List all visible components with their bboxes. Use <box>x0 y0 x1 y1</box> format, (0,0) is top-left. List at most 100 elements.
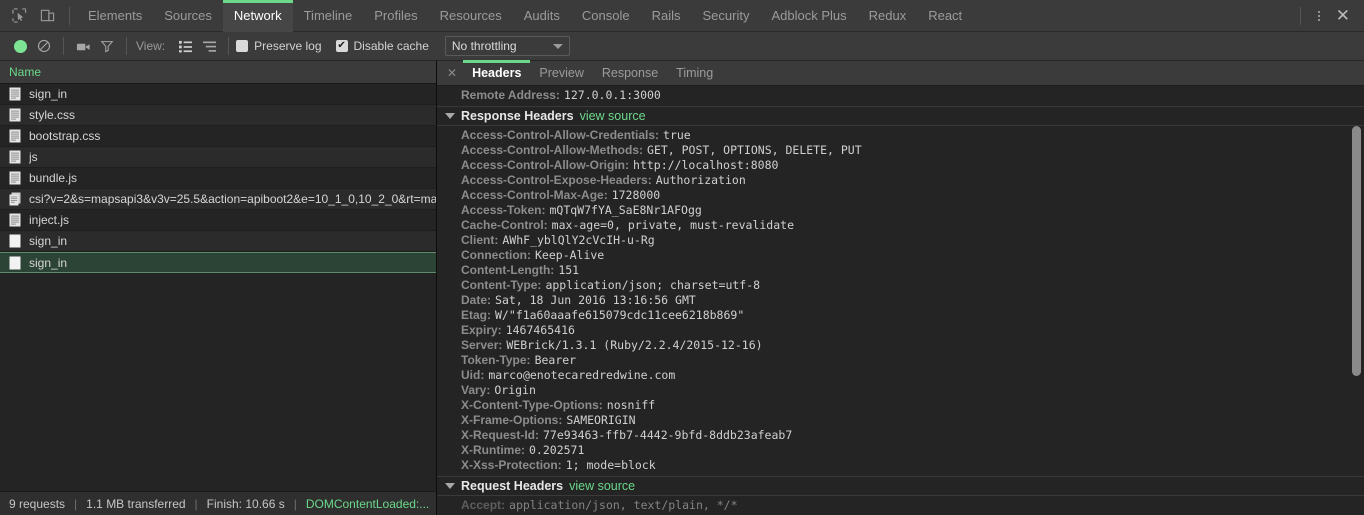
tab-adblock-plus[interactable]: Adblock Plus <box>760 0 857 32</box>
table-row[interactable]: bootstrap.css <box>0 126 436 147</box>
tab-sources[interactable]: Sources <box>153 0 223 32</box>
table-row[interactable]: csi?v=2&s=mapsapi3&v3v=25.5&action=apibo… <box>0 189 436 210</box>
clear-icon[interactable] <box>32 34 56 58</box>
dom-content-loaded: DOMContentLoaded:... <box>305 496 430 511</box>
disable-cache-label: Disable cache <box>353 39 429 53</box>
close-icon[interactable]: ✕ <box>441 67 463 79</box>
table-row-selected[interactable]: sign_in <box>0 252 436 273</box>
tab-resources[interactable]: Resources <box>429 0 513 32</box>
record-button-icon[interactable] <box>8 34 32 58</box>
view-source-link[interactable]: view source <box>580 109 646 123</box>
header-row: X-Runtime: 0.202571 <box>437 443 1364 458</box>
tab-console[interactable]: Console <box>571 0 641 32</box>
tabbar-right-controls: ✕ <box>1293 6 1364 25</box>
document-icon <box>9 87 21 101</box>
status-separator: | <box>293 496 297 511</box>
header-key: X-Xss-Protection: <box>461 458 562 472</box>
table-row[interactable]: js <box>0 147 436 168</box>
tab-rails[interactable]: Rails <box>641 0 692 32</box>
tab-audits[interactable]: Audits <box>513 0 571 32</box>
tab-network[interactable]: Network <box>222 0 293 32</box>
header-value: Keep-Alive <box>535 248 605 262</box>
request-name: sign_in <box>29 234 68 248</box>
header-row: Access-Control-Expose-Headers: Authorizat… <box>437 173 1364 188</box>
view-source-link[interactable]: view source <box>569 479 635 493</box>
close-icon[interactable]: ✕ <box>1330 7 1356 24</box>
document-stack-icon <box>9 192 21 206</box>
checkbox-box <box>236 40 249 52</box>
column-header-name[interactable]: Name <box>0 61 436 84</box>
camera-icon[interactable] <box>71 34 95 58</box>
table-row[interactable]: sign_in <box>0 231 436 252</box>
list-view-icon[interactable] <box>173 34 197 58</box>
status-separator: | <box>74 496 78 511</box>
disable-cache-checkbox[interactable]: ✔ Disable cache <box>335 39 429 53</box>
header-value: 1467465416 <box>505 323 575 337</box>
waterfall-view-icon[interactable] <box>197 34 221 58</box>
status-separator: | <box>194 496 198 511</box>
request-name: bundle.js <box>29 171 78 185</box>
header-row: Access-Token: mQTqW7fYA_SaE8Nr1AFOgg <box>437 203 1364 218</box>
header-value: 1; mode=block <box>565 458 656 472</box>
throttling-select[interactable]: No throttling <box>444 36 570 56</box>
tab-timeline[interactable]: Timeline <box>293 0 364 32</box>
header-value: Origin <box>494 383 536 397</box>
tab-label: React <box>928 8 963 23</box>
request-name: js <box>29 150 38 164</box>
headers-scroll-area[interactable]: Remote Address: 127.0.0.1:3000 Response … <box>437 86 1364 515</box>
document-icon <box>9 213 21 227</box>
table-row[interactable]: bundle.js <box>0 168 436 189</box>
tab-redux[interactable]: Redux <box>858 0 918 32</box>
table-row[interactable]: inject.js <box>0 210 436 231</box>
tab-label: Adblock Plus <box>771 8 847 23</box>
filter-icon[interactable] <box>95 34 119 58</box>
triangle-down-icon[interactable] <box>445 483 455 489</box>
tab-security[interactable]: Security <box>692 0 761 32</box>
header-key: Etag: <box>461 308 491 322</box>
header-row: Access-Control-Allow-Origin: http://local… <box>437 158 1364 173</box>
view-label: View: <box>136 39 166 53</box>
header-row: Content-Type: application/json; charset=u… <box>437 278 1364 293</box>
tab-label: Timeline <box>303 8 353 23</box>
tab-label: Audits <box>523 8 560 23</box>
tab-response[interactable]: Response <box>593 61 667 86</box>
tab-headers[interactable]: Headers <box>463 59 531 86</box>
vertical-scrollbar[interactable] <box>1352 126 1361 376</box>
header-key: Access-Control-Allow-Credentials: <box>461 128 660 142</box>
header-value: http://localhost:8080 <box>633 158 779 172</box>
header-value: SAMEORIGIN <box>566 413 636 427</box>
table-row[interactable]: sign_in <box>0 84 436 105</box>
header-key: X-Request-Id: <box>461 428 539 442</box>
tab-preview[interactable]: Preview <box>530 61 592 86</box>
triangle-down-icon[interactable] <box>445 113 455 119</box>
header-key: Access-Token: <box>461 203 546 217</box>
request-name: sign_in <box>29 87 68 101</box>
header-row: Access-Control-Max-Age: 1728000 <box>437 188 1364 203</box>
tab-timing[interactable]: Timing <box>667 61 722 86</box>
header-value: marco@enotecaredredwine.com <box>488 368 676 382</box>
inspect-cursor-icon[interactable] <box>6 3 32 29</box>
panel-tabs: Elements Sources Network Timeline Profil… <box>77 0 973 32</box>
tab-react[interactable]: React <box>917 0 973 32</box>
response-headers-section[interactable]: Response Headers view source <box>437 106 1364 126</box>
preserve-log-checkbox[interactable]: Preserve log <box>236 39 322 53</box>
header-row: Content-Length: 151 <box>437 263 1364 278</box>
tab-label: Profiles <box>374 8 418 23</box>
finish-time: Finish: 10.66 s <box>206 496 285 511</box>
chevron-down-icon <box>552 43 563 49</box>
toolbar-divider <box>63 37 64 55</box>
vertical-dots-icon[interactable] <box>1308 10 1330 21</box>
tab-label: Resources <box>439 8 502 23</box>
table-row[interactable]: style.css <box>0 105 436 126</box>
tab-profiles[interactable]: Profiles <box>363 0 428 32</box>
document-icon <box>9 171 21 185</box>
request-name: style.css <box>29 108 76 122</box>
header-key: Date: <box>461 293 492 307</box>
header-value: 127.0.0.1:3000 <box>563 88 661 102</box>
tab-label: Redux <box>868 8 907 23</box>
header-key: Access-Control-Expose-Headers: <box>461 173 652 187</box>
device-toolbar-icon[interactable] <box>34 3 60 29</box>
header-key: Access-Control-Allow-Origin: <box>461 158 630 172</box>
tab-elements[interactable]: Elements <box>77 0 153 32</box>
request-headers-section[interactable]: Request Headers view source <box>437 476 1364 496</box>
